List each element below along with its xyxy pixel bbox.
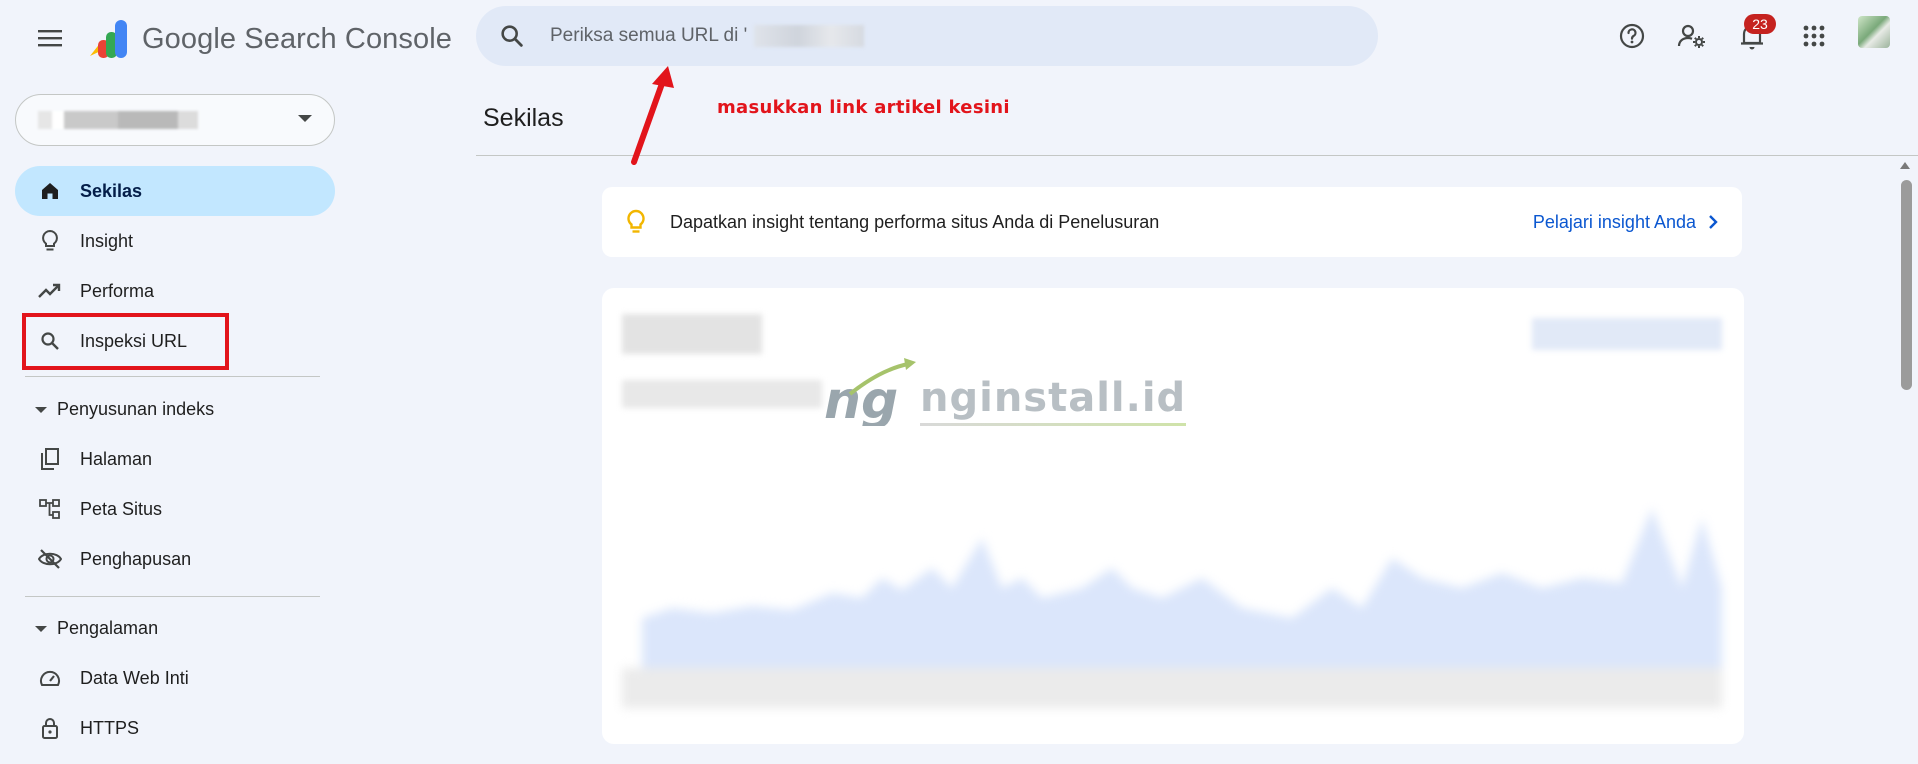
section-pengalaman[interactable]: Pengalaman [35, 618, 158, 639]
chevron-down-icon [298, 115, 312, 122]
sidebar-item-sekilas[interactable]: Sekilas [15, 166, 335, 216]
annotation-highlight-box [22, 313, 229, 370]
annotation-arrow-icon [631, 66, 674, 165]
sidebar-divider [25, 596, 320, 597]
apps-grid-icon [1803, 25, 1825, 47]
watermark-text: nginstall.id [920, 375, 1187, 421]
speed-gauge-icon [37, 665, 63, 691]
home-icon [37, 178, 63, 204]
section-label: Penyusunan indeks [57, 399, 215, 419]
sidebar-divider [25, 376, 320, 377]
sidebar-item-peta-situs[interactable]: Peta Situs [15, 484, 335, 534]
sidebar-item-label: Data Web Inti [80, 667, 189, 688]
section-label: Pengalaman [57, 618, 159, 638]
menu-icon [38, 30, 62, 47]
search-console-logo-icon [90, 20, 127, 58]
help-button[interactable] [1612, 16, 1652, 56]
sidebar-item-data-web-inti[interactable]: Data Web Inti [15, 653, 335, 703]
pages-icon [37, 446, 63, 472]
sidebar-item-https[interactable]: HTTPS [15, 703, 335, 753]
redacted-domain [754, 25, 864, 47]
sidebar-item-performa[interactable]: Performa [15, 266, 335, 316]
learn-insights-link[interactable]: Pelajari insight Anda [1533, 212, 1718, 233]
property-selector[interactable] [15, 94, 335, 146]
app-logo[interactable]: Google Search Console [88, 18, 452, 60]
caret-down-icon [35, 406, 47, 413]
watermark-logo-icon: ng [824, 358, 916, 426]
watermark: ng nginstall.id [820, 356, 1187, 426]
sidebar-item-label: Insight [80, 230, 134, 251]
sidebar-item-insight[interactable]: Insight [15, 216, 335, 266]
scroll-up-arrow-icon[interactable] [1900, 162, 1910, 169]
insight-banner: Dapatkan insight tentang performa situs … [602, 187, 1742, 257]
google-apps-button[interactable] [1794, 16, 1834, 56]
sidebar-item-label: Performa [80, 280, 155, 301]
sidebar-item-label: Peta Situs [80, 498, 163, 519]
sitemap-icon [37, 496, 63, 522]
title-divider [476, 155, 1918, 156]
search-icon[interactable] [498, 22, 526, 50]
admin-settings-button[interactable] [1672, 16, 1712, 56]
watermark-mark: ng [824, 371, 898, 426]
watermark-underline [920, 423, 1187, 426]
caret-down-icon [35, 625, 47, 632]
section-penyusunan-indeks[interactable]: Penyusunan indeks [35, 399, 214, 420]
lightbulb-icon [37, 228, 63, 254]
chevron-right-icon [1709, 215, 1718, 229]
redacted-property-name [38, 111, 198, 129]
help-icon [1619, 23, 1645, 49]
lock-icon [37, 715, 63, 741]
url-inspection-input[interactable] [548, 24, 752, 48]
sidebar-item-penghapusan[interactable]: Penghapusan [15, 534, 335, 584]
trending-up-icon [37, 278, 63, 304]
annotation-text: masukkan link artikel kesini [717, 97, 1010, 118]
sidebar-item-label: HTTPS [80, 717, 140, 738]
lightbulb-icon [622, 207, 650, 237]
sidebar-item-label: Sekilas [80, 180, 143, 201]
page-title: Sekilas [483, 104, 564, 132]
sidebar-item-halaman[interactable]: Halaman [15, 434, 335, 484]
scrollbar-thumb[interactable] [1901, 180, 1912, 390]
learn-insights-label: Pelajari insight Anda [1532, 211, 1696, 232]
app-title: Google Search Console [142, 22, 453, 55]
admin-settings-icon [1677, 24, 1705, 48]
url-inspection-search-bar[interactable] [476, 6, 1378, 66]
sidebar-item-label: Penghapusan [80, 548, 192, 569]
main-menu-button[interactable] [32, 20, 68, 56]
insight-text: Dapatkan insight tentang performa situs … [670, 211, 1160, 232]
sidebar-item-label: Halaman [80, 448, 153, 469]
account-avatar[interactable] [1858, 16, 1890, 48]
notification-count-badge: 23 [1744, 14, 1776, 34]
removal-icon [37, 546, 63, 572]
